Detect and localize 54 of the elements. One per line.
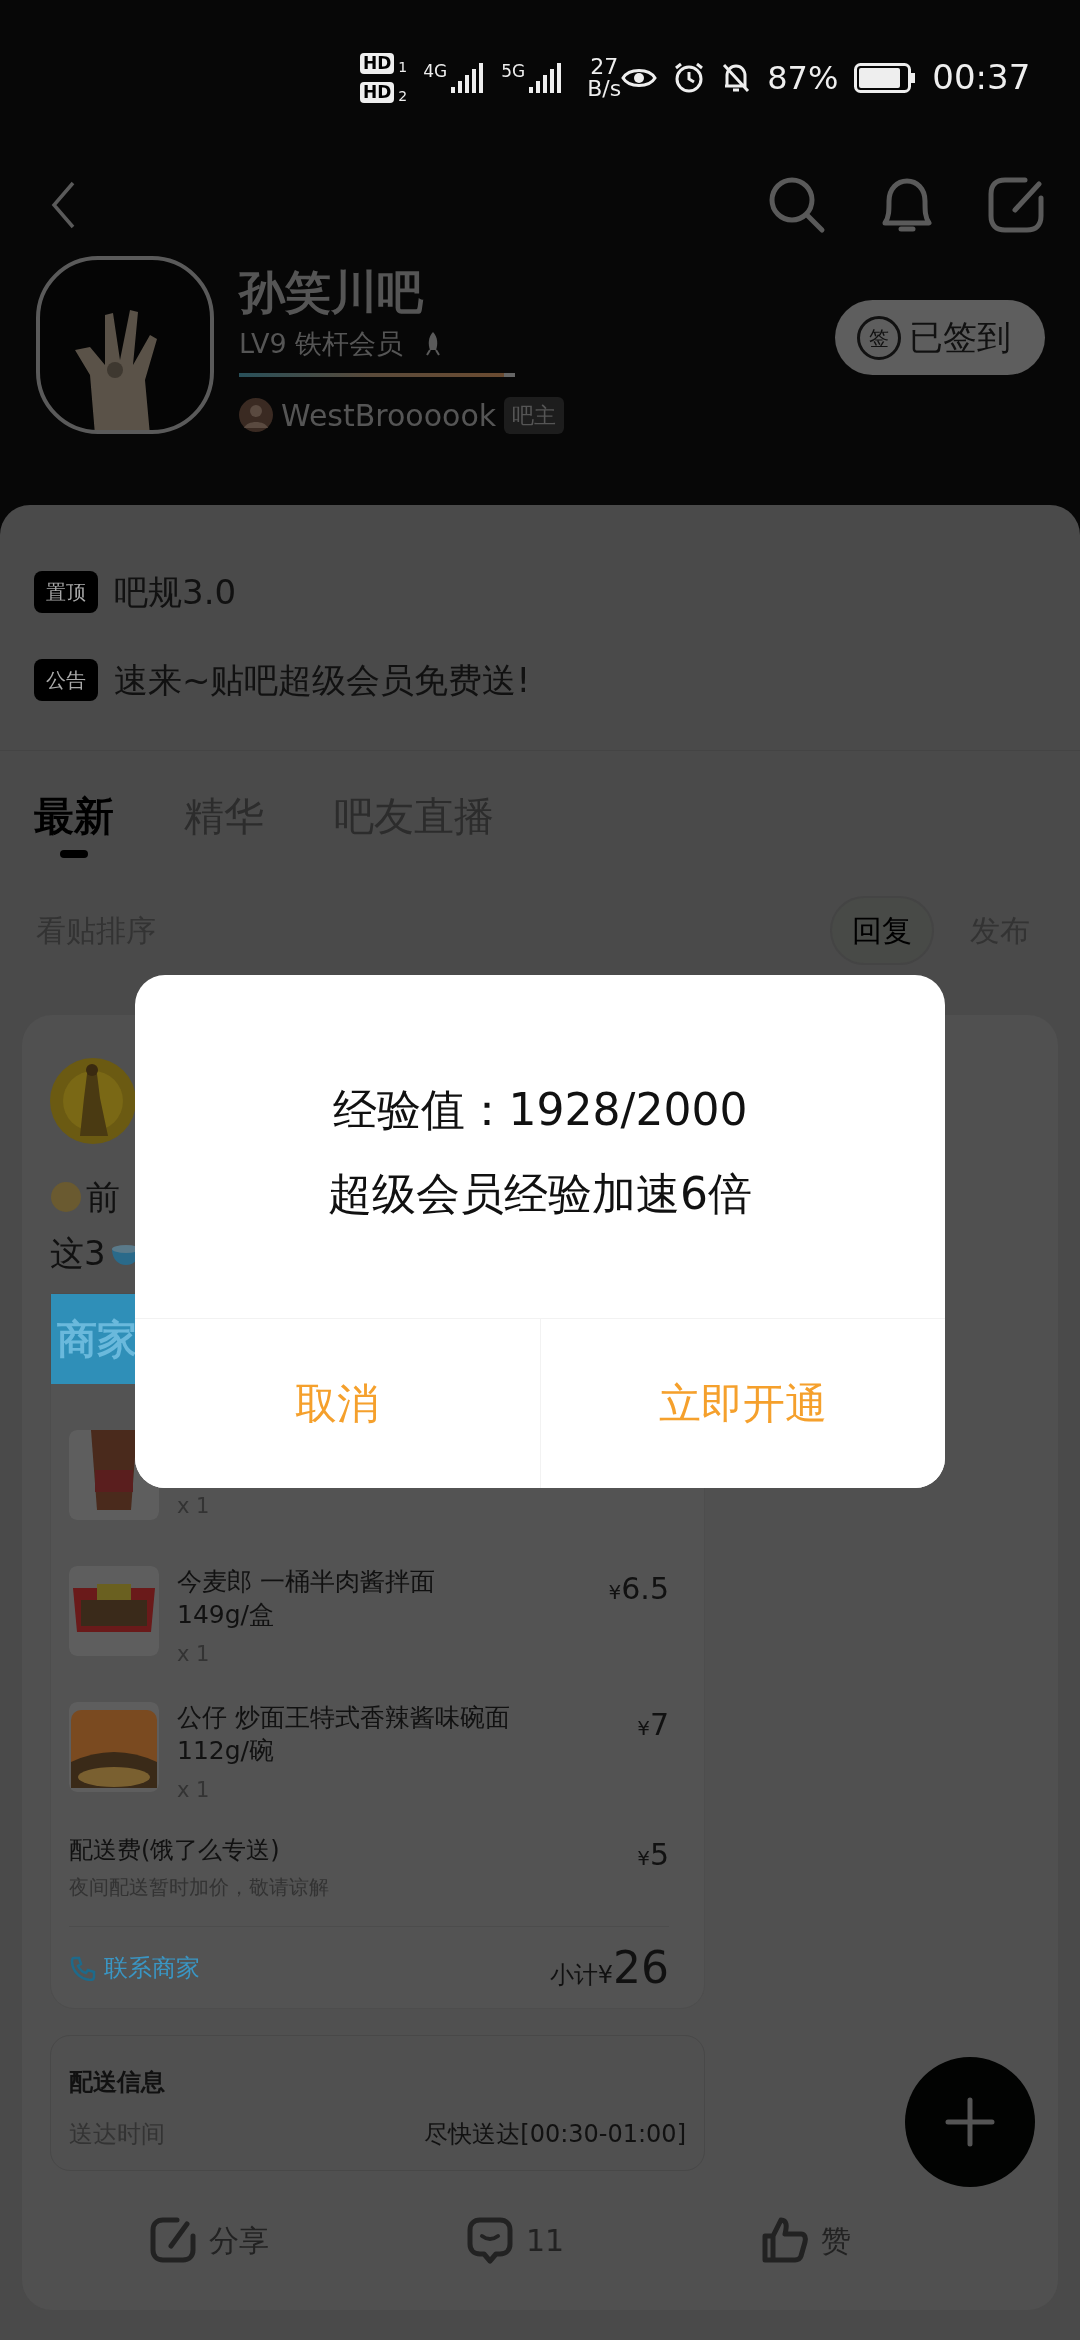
- network-type: 5G: [501, 62, 526, 80]
- notice-tag: 置顶: [34, 571, 98, 613]
- signal-icon: [529, 62, 564, 93]
- clock-time: 00:37: [932, 56, 1031, 99]
- forum-name: 孙笑川吧: [239, 265, 424, 321]
- dialog-text: 超级会员经验加速6倍: [328, 1166, 752, 1221]
- merchant-header: 商家: [57, 1315, 137, 1364]
- dialog-text: 经验值：1928/2000: [332, 1082, 748, 1137]
- role-tag: 吧主: [504, 396, 565, 434]
- notice-tag: 公告: [34, 659, 98, 701]
- sim-label: HD: [360, 81, 395, 103]
- share-icon: [148, 2216, 197, 2264]
- search-icon[interactable]: [767, 175, 827, 235]
- network-speed: 27: [590, 55, 619, 78]
- sim-slot: 2: [398, 88, 408, 103]
- sim-label: HD: [360, 52, 395, 74]
- delivery-time: 尽快送达[00:30-01:00]: [424, 2119, 686, 2150]
- owner-name: WestBroooook: [281, 396, 497, 435]
- avatar-icon: [239, 398, 273, 433]
- tab[interactable]: 最新: [34, 769, 114, 862]
- dialog-button[interactable]: 立即开通: [539, 1319, 945, 1488]
- notice-text[interactable]: 速来~贴吧超级会员免费送!: [114, 654, 531, 706]
- member-level: LV9 铁杆会员: [239, 327, 404, 362]
- thumbs-up-icon: [761, 2216, 810, 2264]
- bell-off-icon: [721, 61, 752, 94]
- plus-icon: [945, 2097, 995, 2147]
- rocket-icon: [425, 331, 442, 358]
- speed-unit: B/s: [587, 77, 622, 100]
- notice-text[interactable]: 吧规3.0: [114, 566, 237, 618]
- battery-percent: 87%: [767, 57, 839, 99]
- back-icon: [51, 181, 75, 229]
- subtotal: 小计¥26: [549, 1940, 669, 1995]
- sort-option[interactable]: 回复: [830, 895, 934, 965]
- delivery-title: 配送信息: [69, 2067, 166, 2098]
- alarm-icon: [673, 61, 706, 94]
- signal-icon: [451, 62, 486, 93]
- checkin-icon: 签: [857, 315, 901, 360]
- post-text: 前: [86, 1180, 120, 1214]
- network-type: 4G: [423, 62, 448, 80]
- fee-label: 配送费(饿了么专送): [69, 1835, 281, 1866]
- price: ¥5: [637, 1836, 669, 1874]
- back-button[interactable]: [50, 180, 76, 230]
- product-name: 今麦郎 一桶半肉酱拌面 149g/盒: [177, 1566, 436, 1631]
- battery-icon: [854, 62, 917, 93]
- checked-in-button[interactable]: 签 已签到: [835, 300, 1045, 375]
- product-name: 公仔 炒面王特式香辣酱味碗面 112g/碗: [177, 1702, 511, 1767]
- price: ¥7: [637, 1706, 669, 1744]
- sim-slot: 1: [398, 59, 408, 74]
- edit-icon[interactable]: [987, 176, 1045, 234]
- post-text: 这3: [50, 1236, 106, 1270]
- contact-merchant-link[interactable]: 联系商家: [69, 1948, 201, 1987]
- price: ¥6.5: [608, 1570, 669, 1608]
- comment-icon: [465, 2216, 514, 2264]
- phone-icon: [70, 1954, 96, 1981]
